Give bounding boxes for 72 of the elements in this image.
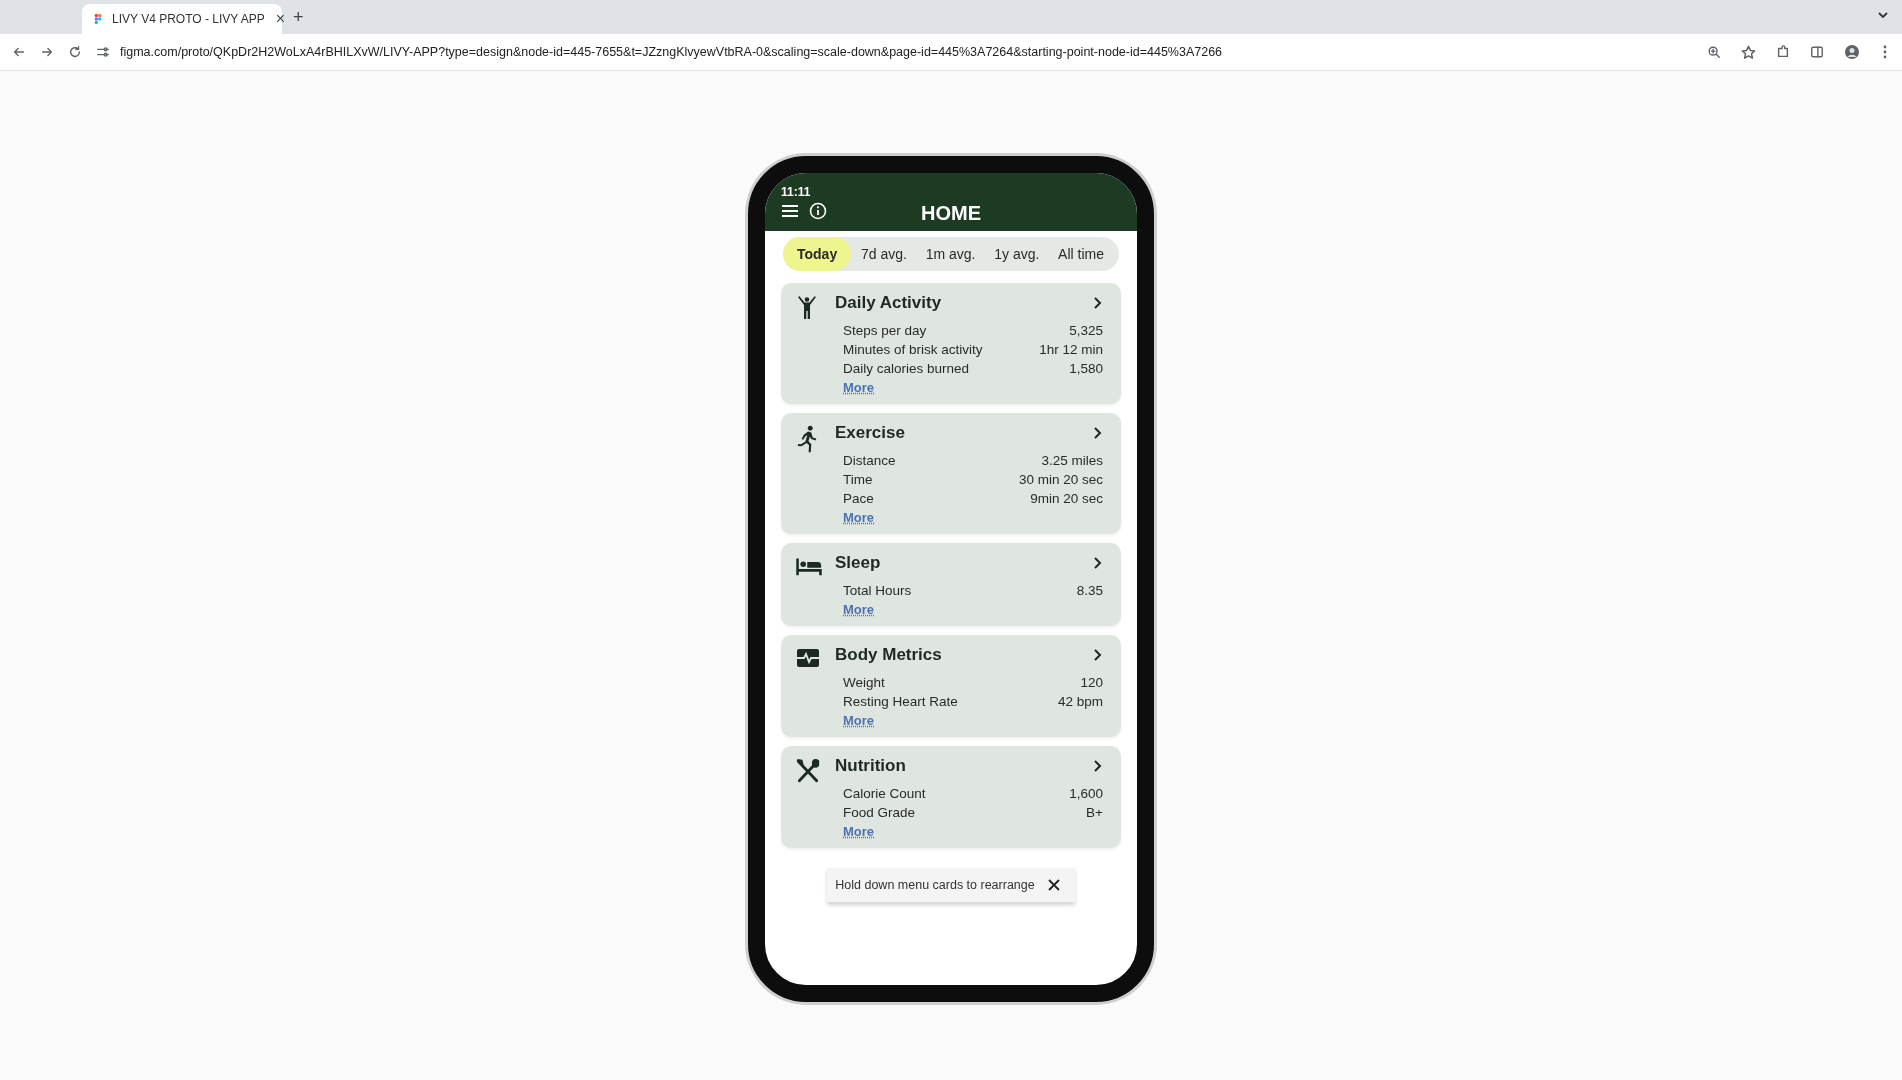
card-title: Exercise: [835, 423, 905, 443]
close-button[interactable]: [1046, 878, 1061, 892]
metric-card[interactable]: Daily Activity Steps per day 5,325 Minutes of brisk activity 1hr 12 min Daily calories burned 1,580 More: [781, 283, 1121, 404]
more-link[interactable]: More: [835, 602, 875, 617]
metric-value: 8.35: [1076, 582, 1103, 600]
metric-label: Resting Heart Rate: [843, 693, 958, 711]
fork-and-spoon-icon: [795, 758, 821, 784]
chevron-right-icon[interactable]: [1091, 759, 1103, 773]
more-link[interactable]: More: [835, 824, 875, 839]
metric-card[interactable]: Sleep Total Hours 8.35 More: [781, 543, 1121, 626]
metric-label: Steps per day: [843, 322, 927, 340]
status-time: 11:11: [781, 185, 811, 199]
tab-title: LIVY V4 PROTO - LIVY APP: [112, 12, 265, 26]
card-title: Sleep: [835, 553, 881, 573]
bed-icon: [795, 555, 823, 577]
metric-label: Calorie Count: [843, 785, 926, 803]
period-tab[interactable]: 7d avg.: [851, 237, 916, 271]
metric-value: 1,580: [1069, 360, 1103, 378]
close-icon: [1046, 878, 1061, 892]
metric-value: 9min 20 sec: [1030, 490, 1103, 508]
screen-title: HOME: [921, 202, 981, 224]
info-icon[interactable]: [809, 202, 827, 220]
new-tab-button[interactable]: +: [290, 7, 307, 28]
metric-value: 30 min 20 sec: [1018, 471, 1103, 489]
metric-label: Total Hours: [843, 582, 912, 600]
arms-raised-figure-icon: [795, 295, 819, 321]
metric-label: Minutes of brisk activity: [843, 341, 983, 359]
menu-icon[interactable]: [781, 203, 799, 219]
side-panel-icon[interactable]: [1810, 45, 1824, 59]
metric-value: 42 bpm: [1057, 693, 1103, 711]
metric-card[interactable]: Body Metrics Weight 120 Resting Heart Rate 42 bpm More: [781, 635, 1121, 737]
metric-value: 120: [1080, 674, 1103, 692]
zoom-icon[interactable]: [1707, 45, 1721, 59]
period-tab[interactable]: 1y avg.: [985, 237, 1049, 271]
metric-value: 1,600: [1069, 785, 1103, 803]
chevron-right-icon[interactable]: [1091, 556, 1103, 570]
metric-label: Time: [843, 471, 873, 489]
more-link[interactable]: More: [835, 713, 875, 728]
period-tab[interactable]: Today: [783, 237, 852, 271]
figma-logo-icon: [92, 12, 104, 26]
metric-label: Weight: [843, 674, 885, 692]
heartbeat-monitor-icon: [795, 647, 821, 669]
forward-arrow-icon[interactable]: [40, 45, 54, 59]
metric-label: Food Grade: [843, 804, 916, 822]
metric-card[interactable]: Exercise Distance 3.25 miles Time 30 min 20 sec Pace 9min 20 sec More: [781, 413, 1121, 534]
running-figure-icon: [795, 425, 819, 453]
star-icon[interactable]: [1741, 44, 1756, 60]
chevron-right-icon[interactable]: [1091, 648, 1103, 662]
back-arrow-icon[interactable]: [12, 45, 26, 59]
card-title: Daily Activity: [835, 293, 942, 313]
metric-label: Daily calories burned: [843, 360, 970, 378]
period-tab[interactable]: 1m avg.: [916, 237, 985, 271]
period-tab[interactable]: All time: [1049, 237, 1113, 271]
metric-value: 3.25 miles: [1041, 452, 1103, 470]
metric-label: Pace: [843, 490, 874, 508]
browser-tab[interactable]: LIVY V4 PROTO - LIVY APP ×: [82, 4, 282, 34]
chevron-right-icon[interactable]: [1091, 296, 1103, 310]
metric-value: 1hr 12 min: [1039, 341, 1103, 359]
more-link[interactable]: More: [835, 380, 875, 395]
metric-value: 5,325: [1069, 322, 1103, 340]
more-link[interactable]: More: [835, 510, 875, 525]
toast-message: Hold down menu cards to rearrange: [835, 878, 1035, 892]
card-title: Nutrition: [835, 756, 906, 776]
metric-label: Distance: [843, 452, 896, 470]
card-title: Body Metrics: [835, 645, 942, 665]
metric-value: B+: [1086, 804, 1103, 822]
reload-icon[interactable]: [68, 45, 82, 59]
profile-avatar-icon[interactable]: [1844, 44, 1860, 60]
chevron-right-icon[interactable]: [1091, 426, 1103, 440]
site-settings-icon[interactable]: [96, 45, 110, 59]
extensions-icon[interactable]: [1776, 45, 1790, 59]
metric-card[interactable]: Nutrition Calorie Count 1,600 Food Grade B+ More: [781, 746, 1121, 848]
